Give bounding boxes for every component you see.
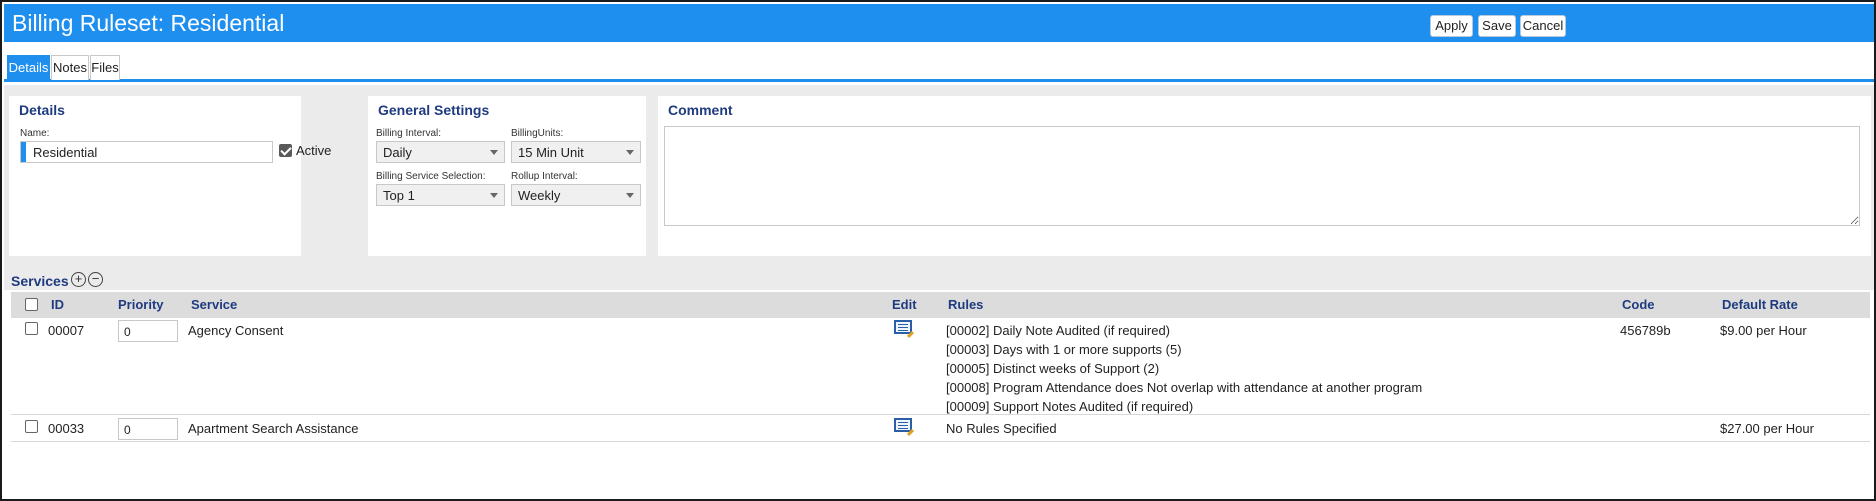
priority-value: 0 bbox=[124, 423, 131, 437]
services-header: Services + − bbox=[4, 270, 1874, 292]
title-bar: Billing Ruleset: Residential Apply Save … bbox=[4, 4, 1874, 42]
row-default-rate: $9.00 per Hour bbox=[1720, 323, 1807, 338]
rule-item: [00008] Program Attendance does Not over… bbox=[946, 380, 1423, 395]
billing-units-label: BillingUnits: bbox=[511, 128, 564, 139]
col-default-rate[interactable]: Default Rate bbox=[1722, 297, 1798, 312]
billing-interval-select[interactable]: Daily bbox=[376, 141, 505, 163]
col-id[interactable]: ID bbox=[51, 297, 64, 312]
rule-item: [00003] Days with 1 or more supports (5) bbox=[946, 342, 1182, 357]
row-checkbox[interactable] bbox=[25, 322, 38, 335]
save-button[interactable]: Save bbox=[1478, 15, 1516, 37]
tab-bar: Details Notes Files bbox=[4, 42, 1874, 82]
priority-value: 0 bbox=[124, 325, 131, 339]
active-label: Active bbox=[296, 143, 332, 158]
table-header: ID Priority Service Edit Rules Code Defa… bbox=[11, 292, 1870, 318]
rule-item: No Rules Specified bbox=[946, 421, 1057, 436]
window-frame: Billing Ruleset: Residential Apply Save … bbox=[0, 0, 1876, 501]
chevron-down-icon bbox=[490, 150, 498, 155]
table-row: 00007 0 Agency Consent [00002] Daily Not… bbox=[11, 318, 1870, 415]
priority-input[interactable]: 0 bbox=[118, 418, 178, 440]
row-code: 456789b bbox=[1620, 323, 1671, 338]
apply-button[interactable]: Apply bbox=[1430, 15, 1473, 37]
minus-circle-icon[interactable]: − bbox=[88, 272, 103, 287]
details-panel: Details bbox=[9, 96, 301, 256]
billing-units-value: 15 Min Unit bbox=[518, 145, 584, 160]
edit-note-icon[interactable] bbox=[894, 320, 912, 334]
row-default-rate: $27.00 per Hour bbox=[1720, 421, 1814, 436]
rule-item: [00002] Daily Note Audited (if required) bbox=[946, 323, 1171, 338]
comment-textarea[interactable] bbox=[664, 126, 1860, 226]
chevron-down-icon bbox=[626, 150, 634, 155]
row-id: 00007 bbox=[48, 323, 85, 338]
edit-note-icon[interactable] bbox=[894, 418, 912, 432]
comment-title: Comment bbox=[668, 102, 733, 118]
col-priority[interactable]: Priority bbox=[118, 297, 164, 312]
row-id: 00033 bbox=[48, 421, 85, 436]
billing-interval-label: Billing Interval: bbox=[376, 128, 442, 139]
tab-details[interactable]: Details bbox=[7, 55, 50, 80]
services-title: Services bbox=[11, 273, 69, 289]
rollup-interval-select[interactable]: Weekly bbox=[511, 184, 641, 206]
rollup-interval-label: Rollup Interval: bbox=[511, 171, 578, 182]
rollup-interval-value: Weekly bbox=[518, 188, 561, 203]
name-field[interactable]: Residential bbox=[20, 141, 273, 163]
select-all-checkbox[interactable] bbox=[25, 298, 38, 311]
rule-item: [00009] Support Notes Audited (if requir… bbox=[946, 399, 1194, 414]
col-rules[interactable]: Rules bbox=[948, 297, 983, 312]
general-settings-title: General Settings bbox=[378, 102, 490, 118]
cancel-button[interactable]: Cancel bbox=[1520, 15, 1566, 37]
name-label: Name: bbox=[20, 128, 50, 139]
row-checkbox[interactable] bbox=[25, 420, 38, 433]
billing-units-select[interactable]: 15 Min Unit bbox=[511, 141, 641, 163]
row-service: Agency Consent bbox=[188, 323, 284, 338]
table-row: 00033 0 Apartment Search Assistance No R… bbox=[11, 416, 1870, 442]
billing-interval-value: Daily bbox=[383, 145, 412, 160]
page-title: Billing Ruleset: Residential bbox=[12, 10, 285, 36]
tab-notes[interactable]: Notes bbox=[51, 55, 89, 80]
plus-circle-icon[interactable]: + bbox=[71, 272, 86, 287]
billing-service-selection-value: Top 1 bbox=[383, 188, 415, 203]
priority-input[interactable]: 0 bbox=[118, 320, 178, 342]
billing-service-selection-select[interactable]: Top 1 bbox=[376, 184, 505, 206]
details-title: Details bbox=[19, 102, 65, 118]
name-value: Residential bbox=[33, 145, 98, 160]
col-service[interactable]: Service bbox=[191, 297, 237, 312]
billing-service-selection-label: Billing Service Selection: bbox=[376, 171, 486, 182]
col-edit: Edit bbox=[892, 297, 917, 312]
row-service: Apartment Search Assistance bbox=[188, 421, 359, 436]
col-code[interactable]: Code bbox=[1622, 297, 1655, 312]
chevron-down-icon bbox=[490, 193, 498, 198]
required-marker bbox=[21, 142, 26, 162]
rule-item: [00005] Distinct weeks of Support (2) bbox=[946, 361, 1160, 376]
chevron-down-icon bbox=[626, 193, 634, 198]
active-checkbox[interactable] bbox=[279, 144, 292, 157]
tab-files[interactable]: Files bbox=[90, 55, 120, 80]
